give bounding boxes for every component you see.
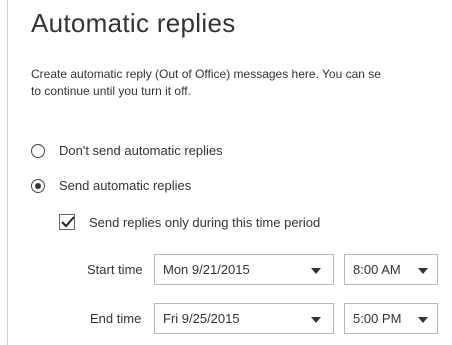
send-radio[interactable]: [31, 178, 45, 193]
dont-send-label: Don't send automatic replies: [59, 143, 223, 158]
chevron-down-icon: [418, 317, 428, 323]
panel-left-border: [7, 0, 8, 345]
dont-send-radio[interactable]: [31, 143, 45, 158]
end-time-label: End time: [90, 311, 142, 326]
dont-send-radio-option[interactable]: Don't send automatic replies: [31, 143, 223, 158]
start-date-value: Mon 9/21/2015: [163, 262, 250, 277]
checkmark-icon: [61, 216, 75, 228]
description-line-1: Create automatic reply (Out of Office) m…: [31, 67, 381, 81]
description-line-2: to continue until you turn it off.: [31, 84, 191, 98]
description: Create automatic reply (Out of Office) m…: [31, 66, 452, 100]
time-period-label: Send replies only during this time perio…: [89, 214, 321, 230]
chevron-down-icon: [418, 268, 428, 274]
time-period-checkbox-option[interactable]: Send replies only during this time perio…: [59, 214, 320, 230]
send-label: Send automatic replies: [59, 178, 192, 193]
end-date-value: Fri 9/25/2015: [163, 311, 240, 326]
end-time-value: 5:00 PM: [353, 311, 402, 326]
start-time-value: 8:00 AM: [353, 262, 401, 277]
start-time-dropdown[interactable]: 8:00 AM: [344, 254, 438, 285]
time-period-checkbox[interactable]: [59, 214, 75, 230]
end-time-dropdown[interactable]: 5:00 PM: [344, 303, 438, 334]
chevron-down-icon: [311, 268, 321, 274]
start-time-label: Start time: [87, 262, 143, 277]
start-date-dropdown[interactable]: Mon 9/21/2015: [154, 254, 334, 285]
end-date-dropdown[interactable]: Fri 9/25/2015: [154, 303, 334, 334]
chevron-down-icon: [311, 317, 321, 323]
page-title: Automatic replies: [31, 8, 236, 38]
send-radio-option[interactable]: Send automatic replies: [31, 178, 191, 193]
